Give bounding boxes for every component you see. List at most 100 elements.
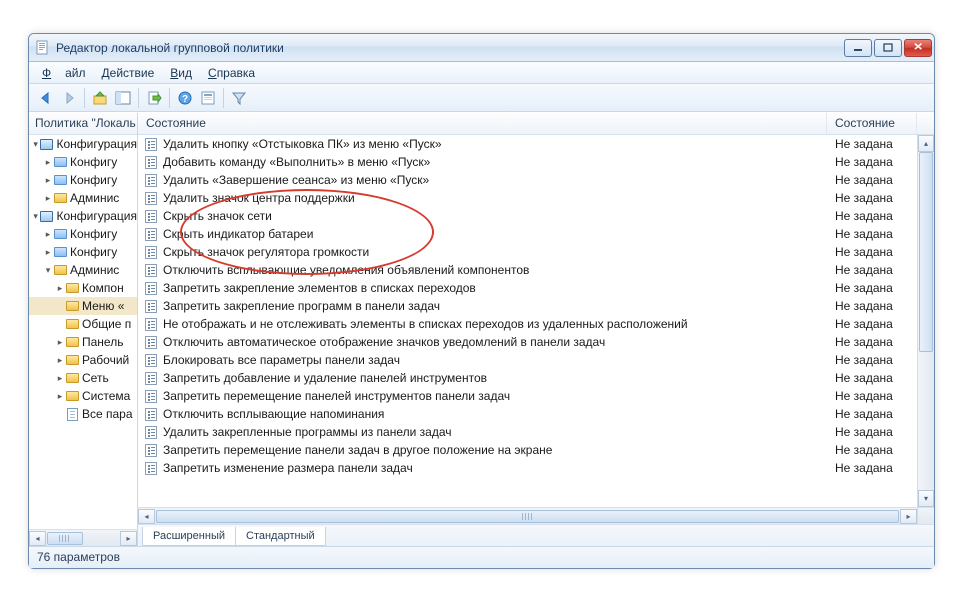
tree-item[interactable]: ▸Сеть bbox=[29, 369, 137, 387]
show-hide-tree-button[interactable] bbox=[112, 87, 134, 109]
scroll-down-button[interactable]: ▾ bbox=[918, 490, 934, 507]
tree-scroll-thumb[interactable] bbox=[47, 532, 83, 545]
column-name[interactable]: Состояние bbox=[138, 113, 827, 134]
tab-standard[interactable]: Стандартный bbox=[235, 527, 326, 546]
view-tabs: Расширенный Стандартный bbox=[138, 524, 934, 546]
menu-action[interactable]: Действие bbox=[95, 64, 162, 82]
list-item-state: Не задана bbox=[827, 353, 917, 367]
list-item[interactable]: Не отображать и не отслеживать элементы … bbox=[138, 315, 917, 333]
list-item[interactable]: Отключить всплывающие напоминанияНе зада… bbox=[138, 405, 917, 423]
tree-item[interactable]: ▸Конфигу bbox=[29, 171, 137, 189]
folder-icon bbox=[65, 389, 79, 403]
menu-file[interactable]: Файл bbox=[35, 64, 93, 82]
tree-label: Сеть bbox=[82, 371, 109, 385]
column-state[interactable]: Состояние bbox=[827, 113, 917, 134]
list-item[interactable]: Запретить добавление и удаление панелей … bbox=[138, 369, 917, 387]
help-button[interactable]: ? bbox=[174, 87, 196, 109]
list-scroll-right-button[interactable]: ▸ bbox=[900, 509, 917, 524]
list-header: Состояние Состояние bbox=[138, 113, 934, 135]
minimize-button[interactable] bbox=[844, 39, 872, 57]
tree-item[interactable]: ▸Конфигу bbox=[29, 243, 137, 261]
tree-item[interactable]: ▾Конфигурация bbox=[29, 135, 137, 153]
maximize-button[interactable] bbox=[874, 39, 902, 57]
list-item[interactable]: Отключить всплывающие уведомления объявл… bbox=[138, 261, 917, 279]
list-item[interactable]: Запретить перемещение панелей инструмент… bbox=[138, 387, 917, 405]
list-item-label: Запретить перемещение панелей инструмент… bbox=[163, 389, 827, 403]
menu-view[interactable]: Вид bbox=[163, 64, 199, 82]
policy-icon bbox=[144, 299, 158, 313]
export-button[interactable] bbox=[143, 87, 165, 109]
tree-item[interactable]: ▸Админис bbox=[29, 189, 137, 207]
scroll-right-button[interactable]: ▸ bbox=[120, 531, 137, 546]
list-item-state: Не задана bbox=[827, 191, 917, 205]
list-item[interactable]: Запретить изменение размера панели задач… bbox=[138, 459, 917, 477]
list-item[interactable]: Удалить кнопку «Отстыковка ПК» из меню «… bbox=[138, 135, 917, 153]
back-button[interactable] bbox=[35, 87, 57, 109]
folder-icon bbox=[65, 371, 79, 385]
policy-icon bbox=[144, 245, 158, 259]
list-item[interactable]: Запретить закрепление элементов в списка… bbox=[138, 279, 917, 297]
list-item-label: Отключить всплывающие напоминания bbox=[163, 407, 827, 421]
tree-label: Конфигу bbox=[70, 245, 117, 259]
tree-item[interactable]: ▾Админис bbox=[29, 261, 137, 279]
tree-item[interactable]: ▸Конфигу bbox=[29, 153, 137, 171]
list-item[interactable]: Запретить закрепление программ в панели … bbox=[138, 297, 917, 315]
list-item[interactable]: Блокировать все параметры панели задачНе… bbox=[138, 351, 917, 369]
tree-item[interactable]: ▸Система bbox=[29, 387, 137, 405]
list-h-scrollbar[interactable]: ◂ ▸ bbox=[138, 508, 917, 524]
policy-icon bbox=[144, 227, 158, 241]
tree-item[interactable]: ▸Конфигу bbox=[29, 225, 137, 243]
list-item-state: Не задана bbox=[827, 209, 917, 223]
list-item-label: Удалить «Завершение сеанса» из меню «Пус… bbox=[163, 173, 827, 187]
list-item-state: Не задана bbox=[827, 245, 917, 259]
list-item[interactable]: Удалить значок центра поддержкиНе задана bbox=[138, 189, 917, 207]
list-item[interactable]: Удалить «Завершение сеанса» из меню «Пус… bbox=[138, 171, 917, 189]
tree-item[interactable]: ▸Панель bbox=[29, 333, 137, 351]
list-item-state: Не задана bbox=[827, 263, 917, 277]
tab-extended[interactable]: Расширенный bbox=[142, 527, 235, 546]
list-item-state: Не задана bbox=[827, 389, 917, 403]
list-item[interactable]: Отключить автоматическое отображение зна… bbox=[138, 333, 917, 351]
list-item[interactable]: Скрыть значок сетиНе задана bbox=[138, 207, 917, 225]
titlebar[interactable]: Редактор локальной групповой политики ✕ bbox=[29, 34, 934, 62]
folder-icon bbox=[53, 191, 67, 205]
tree-h-scrollbar[interactable]: ◂ ▸ bbox=[29, 529, 137, 546]
list-item[interactable]: Запретить перемещение панели задач в дру… bbox=[138, 441, 917, 459]
filter-button[interactable] bbox=[228, 87, 250, 109]
v-scroll-thumb[interactable] bbox=[919, 152, 933, 352]
list-body[interactable]: Удалить кнопку «Отстыковка ПК» из меню «… bbox=[138, 135, 917, 507]
tree-item[interactable]: Меню « bbox=[29, 297, 137, 315]
tree-item[interactable]: ▾Конфигурация bbox=[29, 207, 137, 225]
list-item-state: Не задана bbox=[827, 155, 917, 169]
forward-button[interactable] bbox=[58, 87, 80, 109]
folder-blue-icon bbox=[53, 245, 67, 259]
list-scroll-thumb[interactable] bbox=[156, 510, 899, 523]
list-item[interactable]: Удалить закрепленные программы из панели… bbox=[138, 423, 917, 441]
list-item[interactable]: Скрыть индикатор батареиНе задана bbox=[138, 225, 917, 243]
menu-help[interactable]: Справка bbox=[201, 64, 262, 82]
list-item[interactable]: Скрыть значок регулятора громкостиНе зад… bbox=[138, 243, 917, 261]
up-button[interactable] bbox=[89, 87, 111, 109]
scroll-up-button[interactable]: ▴ bbox=[918, 135, 934, 152]
v-scrollbar[interactable]: ▴ ▾ bbox=[917, 135, 934, 507]
list-item-state: Не задана bbox=[827, 227, 917, 241]
tree-item[interactable]: ▸Рабочий bbox=[29, 351, 137, 369]
tree-item[interactable]: Общие п bbox=[29, 315, 137, 333]
tree-label: Конфигу bbox=[70, 227, 117, 241]
folder-icon bbox=[65, 299, 79, 313]
tree-label: Админис bbox=[70, 263, 119, 277]
scroll-left-button[interactable]: ◂ bbox=[29, 531, 46, 546]
folder-icon bbox=[65, 353, 79, 367]
list-item-state: Не задана bbox=[827, 443, 917, 457]
policy-icon bbox=[144, 209, 158, 223]
list-item[interactable]: Добавить команду «Выполнить» в меню «Пус… bbox=[138, 153, 917, 171]
list-panel: Состояние Состояние Удалить кнопку «Отст… bbox=[138, 113, 934, 546]
list-item-state: Не задана bbox=[827, 173, 917, 187]
properties-button[interactable] bbox=[197, 87, 219, 109]
tree-column-header[interactable]: Политика "Локаль bbox=[29, 113, 137, 135]
tree-item[interactable]: ▸Компон bbox=[29, 279, 137, 297]
policy-icon bbox=[144, 281, 158, 295]
tree-item[interactable]: Все пара bbox=[29, 405, 137, 423]
close-button[interactable]: ✕ bbox=[904, 39, 932, 57]
list-scroll-left-button[interactable]: ◂ bbox=[138, 509, 155, 524]
